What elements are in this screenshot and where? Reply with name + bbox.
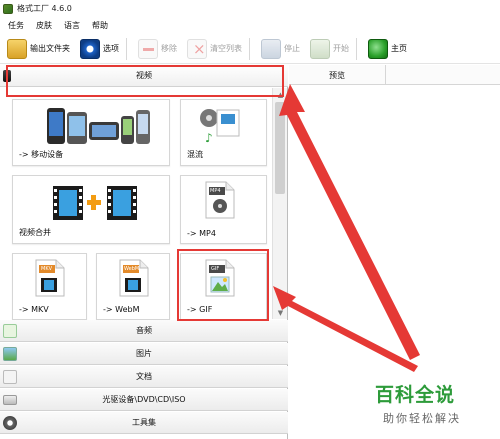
- gif-file-icon: [205, 259, 235, 297]
- folder-icon: [7, 38, 27, 59]
- optical-section-label: 光驱设备\DVD\CD\ISO: [102, 395, 186, 404]
- mobile-device-label: -> 移动设备: [19, 150, 64, 159]
- gif-tile[interactable]: GIF -> GIF: [180, 253, 267, 320]
- start-label: 开始: [333, 44, 349, 53]
- scroll-up-arrow-icon[interactable]: ▲: [273, 88, 288, 101]
- mux-tile[interactable]: ♪ 混流: [180, 99, 267, 166]
- watermark: 百科全说 助你轻松解决: [375, 380, 495, 434]
- home-button[interactable]: 主页: [365, 36, 410, 62]
- category-panel: 视频 -> 移动设备 ♪ 混流 视频合并 MP4 -> MP4 MKV -> M…: [0, 65, 288, 439]
- toolbox-section-label: 工具集: [132, 418, 156, 427]
- gif-label: -> GIF: [187, 305, 213, 314]
- watermark-subtitle: 助你轻松解决: [383, 412, 461, 425]
- audio-section-header[interactable]: 音频: [0, 320, 288, 342]
- svg-text:♪: ♪: [205, 131, 213, 145]
- menu-skin[interactable]: 皮肤: [36, 20, 52, 31]
- video-section-header[interactable]: 视频: [0, 65, 288, 87]
- toolbar-separator: [249, 37, 250, 60]
- audio-section-label: 音频: [136, 326, 152, 335]
- watermark-title: 百科全说: [375, 384, 456, 406]
- stop-button[interactable]: 停止: [258, 36, 303, 62]
- mp4-tile[interactable]: MP4 -> MP4: [180, 175, 267, 244]
- options-label: 选项: [103, 44, 119, 53]
- clear-list-label: 清空列表: [210, 44, 242, 53]
- mp4-badge: MP4: [210, 188, 221, 194]
- output-folder-label: 输出文件夹: [30, 44, 70, 53]
- video-join-tile[interactable]: 视频合并: [12, 175, 170, 244]
- options-icon: [80, 38, 100, 59]
- home-label: 主页: [391, 44, 407, 53]
- preview-column-header[interactable]: 预览: [289, 65, 386, 85]
- mobile-device-tile[interactable]: -> 移动设备: [12, 99, 170, 166]
- optical-section-header[interactable]: 光驱设备\DVD\CD\ISO: [0, 389, 288, 411]
- video-join-icon: [53, 186, 137, 220]
- mkv-badge: MKV: [41, 266, 53, 272]
- mux-label: 混流: [187, 150, 203, 159]
- mp4-label: -> MP4: [187, 229, 216, 238]
- remove-button[interactable]: 移除: [135, 36, 180, 62]
- picture-section-header[interactable]: 图片: [0, 343, 288, 365]
- start-icon: [310, 38, 330, 59]
- home-icon: [368, 38, 388, 59]
- webm-file-icon: [119, 259, 149, 297]
- video-tool-grid: -> 移动设备 ♪ 混流 视频合并 MP4 -> MP4 MKV -> MKV …: [0, 88, 272, 326]
- menu-task[interactable]: 任务: [8, 20, 24, 31]
- document-section-label: 文档: [136, 372, 152, 381]
- video-section-label: 视频: [136, 71, 152, 80]
- app-logo-icon: [3, 3, 13, 14]
- clear-list-button[interactable]: 清空列表: [184, 36, 245, 62]
- webm-label: -> WebM: [103, 305, 140, 314]
- mobile-devices-icon: [47, 108, 150, 144]
- start-button[interactable]: 开始: [307, 36, 352, 62]
- video-join-label: 视频合并: [19, 228, 51, 237]
- mkv-label: -> MKV: [19, 305, 49, 314]
- menu-language[interactable]: 语言: [64, 20, 80, 31]
- preview-header: 预览: [289, 65, 500, 85]
- output-folder-button[interactable]: 输出文件夹: [4, 36, 73, 62]
- stop-icon: [261, 38, 281, 59]
- clear-list-icon: [187, 38, 207, 59]
- gif-badge: GIF: [211, 266, 220, 272]
- toolbar: 输出文件夹 选项 移除 清空列表 停止 开始 主页: [0, 34, 500, 64]
- webm-badge: WebM: [124, 266, 140, 272]
- toolbar-separator: [356, 37, 357, 60]
- mp4-file-icon: [205, 181, 235, 219]
- mkv-tile[interactable]: MKV -> MKV: [12, 253, 87, 320]
- title-bar: 格式工厂 4.6.0: [0, 0, 500, 17]
- webm-tile[interactable]: WebM -> WebM: [96, 253, 170, 320]
- category-scrollbar[interactable]: ▲ ▼: [272, 88, 287, 319]
- picture-section-label: 图片: [136, 349, 152, 358]
- mkv-file-icon: [35, 259, 65, 297]
- options-button[interactable]: 选项: [77, 36, 122, 62]
- document-section-header[interactable]: 文档: [0, 366, 288, 388]
- toolbar-separator: [126, 37, 127, 60]
- menu-help[interactable]: 帮助: [92, 20, 108, 31]
- remove-label: 移除: [161, 44, 177, 53]
- window-title: 格式工厂 4.6.0: [17, 4, 72, 13]
- scroll-thumb[interactable]: [275, 102, 285, 194]
- stop-label: 停止: [284, 44, 300, 53]
- remove-icon: [138, 38, 158, 59]
- toolbox-section-header[interactable]: 工具集: [0, 412, 288, 434]
- scroll-down-arrow-icon[interactable]: ▼: [273, 306, 288, 319]
- menu-bar: 任务 皮肤 语言 帮助: [0, 17, 500, 33]
- mux-icon: ♪: [200, 109, 240, 145]
